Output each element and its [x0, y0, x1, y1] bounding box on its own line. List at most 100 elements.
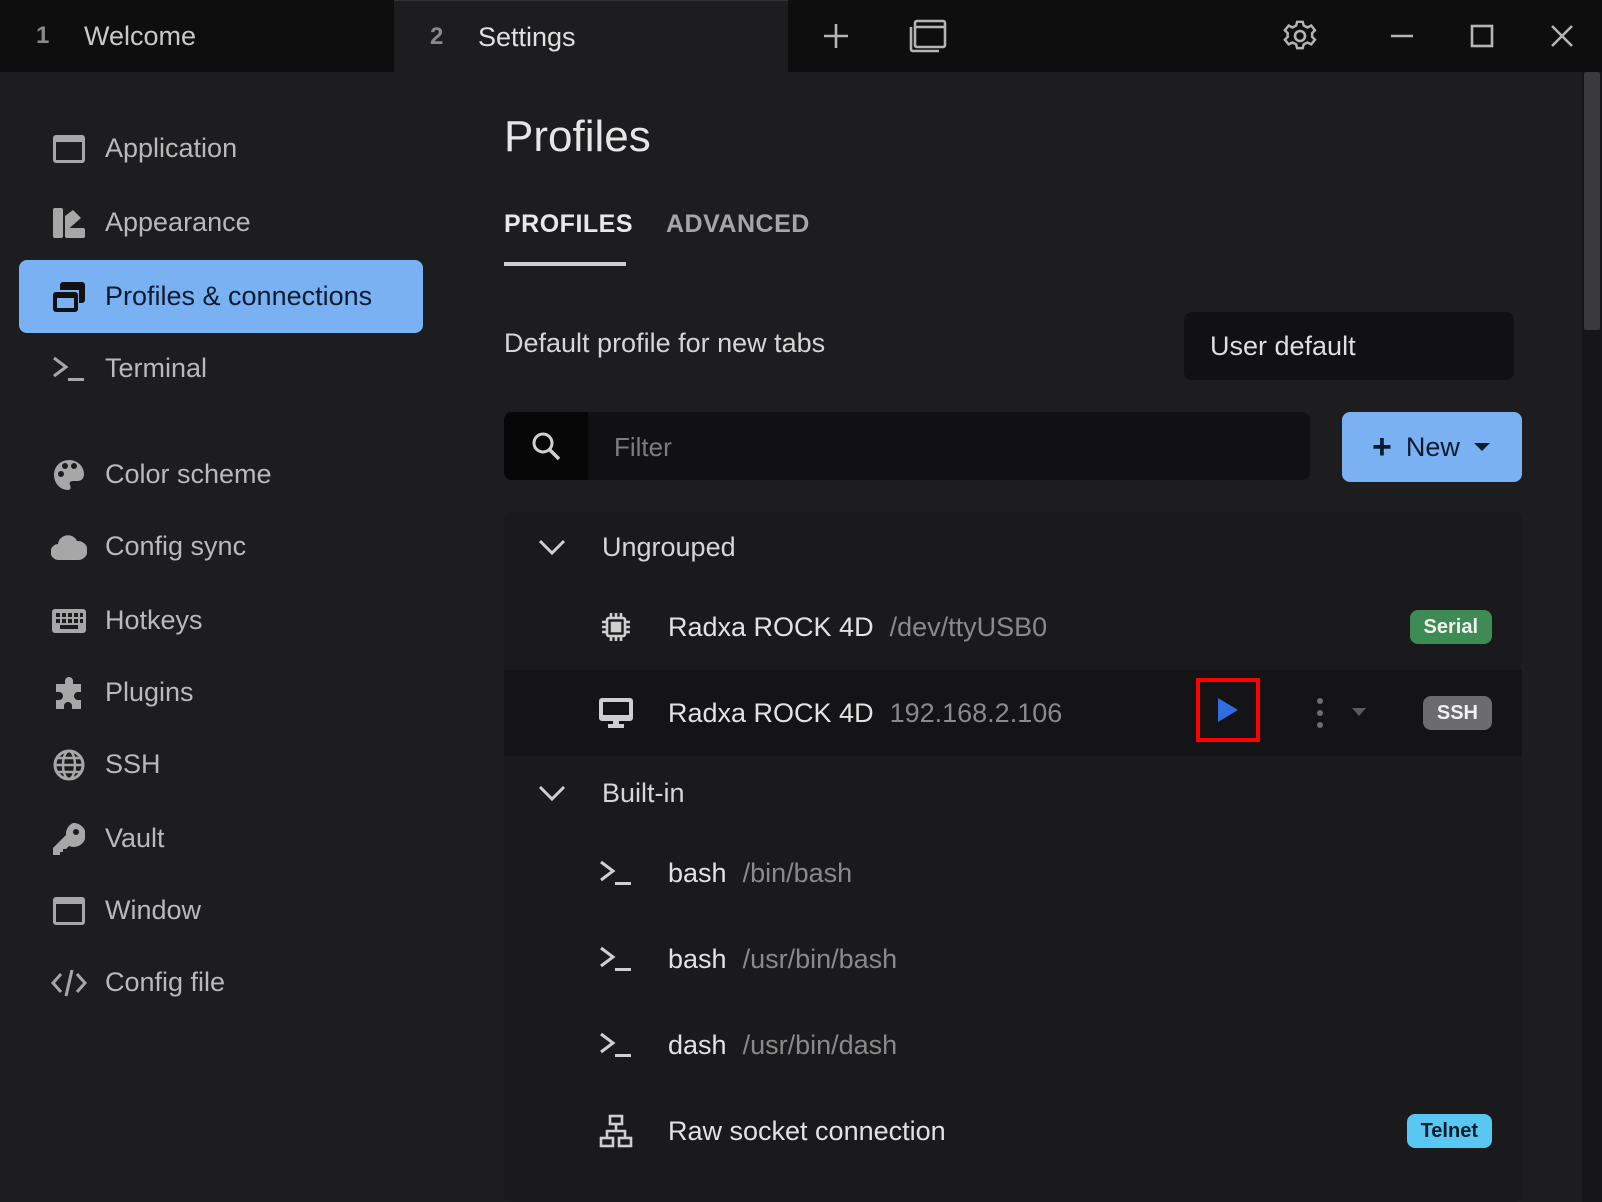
- new-profile-button[interactable]: + New: [1342, 412, 1522, 482]
- sidebar-item-label: Config sync: [105, 531, 247, 561]
- profile-row[interactable]: dash/usr/bin/dash: [504, 1002, 1522, 1088]
- default-profile-label: Default profile for new tabs: [504, 328, 826, 358]
- sidebar-item-terminal[interactable]: Terminal: [19, 332, 423, 405]
- profile-description: 192.168.2.106: [889, 697, 1063, 728]
- palette-icon: [51, 457, 87, 493]
- profile-name-text: Radxa ROCK 4D: [668, 611, 874, 642]
- group-header-ungrouped[interactable]: Ungrouped: [504, 512, 1522, 582]
- profile-description: /dev/ttyUSB0: [889, 611, 1048, 642]
- filter-input[interactable]: [588, 412, 1310, 480]
- close-icon: [1551, 25, 1573, 47]
- group-name: Built-in: [602, 777, 685, 808]
- profile-row[interactable]: Raw socket connection Telnet: [504, 1088, 1522, 1174]
- keyboard-icon: [51, 603, 87, 639]
- terminal-icon: [51, 351, 87, 387]
- group-header-built-in[interactable]: Built-in: [504, 758, 1522, 828]
- sidebar-item-label: SSH: [105, 749, 161, 779]
- new-tab-button[interactable]: [808, 0, 864, 72]
- tab-advanced[interactable]: ADVANCED: [666, 210, 810, 239]
- close-button[interactable]: [1536, 0, 1588, 72]
- profile-name-text: bash: [668, 943, 727, 974]
- profile-name-text: Radxa ROCK 4D: [668, 697, 874, 728]
- profiles-list: Ungrouped Radxa ROCK 4D/dev/ttyUSB0 Seri…: [504, 512, 1522, 1202]
- code-icon: [51, 965, 87, 1001]
- profile-row[interactable]: Radxa ROCK 4D/dev/ttyUSB0 Serial: [504, 584, 1522, 670]
- profile-row[interactable]: Radxa ROCK 4D 192.168.2.106 SSH: [504, 670, 1522, 756]
- title-bar: 1 Welcome 2 Settings: [0, 0, 1602, 73]
- sidebar-item-label: Window: [105, 895, 202, 925]
- caret-down-icon: [1473, 443, 1490, 451]
- new-button-label: New: [1405, 431, 1460, 462]
- caret-down-icon[interactable]: [1352, 708, 1366, 716]
- windows-stack-icon: [51, 279, 87, 315]
- settings-button[interactable]: [1272, 0, 1328, 72]
- profile-name-text: Raw socket connection: [668, 1115, 946, 1146]
- dot: [1317, 710, 1323, 716]
- profile-description: /usr/bin/bash: [742, 943, 898, 974]
- page-title: Profiles: [504, 112, 651, 161]
- sidebar-item-label: Appearance: [105, 207, 251, 237]
- search-icon: [504, 412, 588, 480]
- minimize-icon: [1391, 34, 1413, 38]
- plus-icon: [824, 24, 848, 48]
- palette-swatch-icon: [51, 205, 87, 241]
- profile-name: dash/usr/bin/dash: [668, 1030, 897, 1061]
- maximize-button[interactable]: [1456, 0, 1508, 72]
- puzzle-icon: [51, 675, 87, 711]
- chip-icon: [596, 607, 636, 647]
- sidebar-item-plugins[interactable]: Plugins: [19, 656, 423, 729]
- tab-number: 1: [36, 22, 50, 49]
- terminal-icon: [596, 1025, 636, 1065]
- window-icon: [51, 893, 87, 929]
- profile-name-text: dash: [668, 1029, 727, 1060]
- profile-row[interactable]: bash/bin/bash: [504, 830, 1522, 916]
- gear-icon: [1283, 20, 1317, 50]
- sidebar-item-config-sync[interactable]: Config sync: [19, 510, 423, 583]
- cloud-icon: [51, 529, 87, 565]
- sidebar-item-label: Plugins: [105, 677, 194, 707]
- terminal-icon: [596, 939, 636, 979]
- sidebar-item-application[interactable]: Application: [19, 112, 423, 185]
- sidebar-item-config-file[interactable]: Config file: [19, 946, 423, 1019]
- sidebar-item-hotkeys[interactable]: Hotkeys: [19, 584, 423, 657]
- default-profile-select[interactable]: User default: [1184, 312, 1514, 380]
- sidebar-item-label: Hotkeys: [105, 605, 203, 635]
- type-badge: Telnet: [1406, 1114, 1492, 1148]
- tab-welcome[interactable]: 1 Welcome: [0, 0, 394, 72]
- play-icon: [1218, 698, 1238, 722]
- sidebar-item-label: Profiles & connections: [105, 281, 373, 311]
- sidebar-item-label: Application: [105, 133, 238, 163]
- network-icon: [596, 1111, 636, 1151]
- group-name: Ungrouped: [602, 531, 736, 562]
- window-icon: [909, 19, 947, 53]
- minimize-button[interactable]: [1376, 0, 1428, 72]
- type-badge: SSH: [1422, 696, 1492, 730]
- sidebar-item-profiles-connections[interactable]: Profiles & connections: [19, 260, 423, 333]
- profiles-window-button[interactable]: [900, 0, 956, 72]
- profile-description: /bin/bash: [742, 857, 853, 888]
- chevron-down-icon: [538, 538, 568, 556]
- sidebar-item-label: Vault: [105, 823, 165, 853]
- maximize-icon: [1470, 24, 1494, 48]
- sidebar-item-color-scheme[interactable]: Color scheme: [19, 438, 423, 511]
- tab-label: Welcome: [84, 20, 197, 51]
- scrollbar-thumb[interactable]: [1584, 72, 1600, 330]
- sidebar-item-label: Color scheme: [105, 459, 272, 489]
- profile-name: Raw socket connection: [668, 1116, 946, 1147]
- profile-name: bash/usr/bin/bash: [668, 944, 897, 975]
- filter-box: [504, 412, 1310, 480]
- tab-settings[interactable]: 2 Settings: [394, 0, 788, 73]
- tab-profiles[interactable]: PROFILES: [504, 210, 633, 239]
- profile-row[interactable]: bash/usr/bin/bash: [504, 916, 1522, 1002]
- sidebar-item-vault[interactable]: Vault: [19, 802, 423, 875]
- launch-profile-button[interactable]: [1196, 678, 1260, 742]
- sidebar-item-ssh[interactable]: SSH: [19, 728, 423, 801]
- dot: [1317, 698, 1323, 704]
- sidebar-item-label: Config file: [105, 967, 226, 997]
- more-options-button[interactable]: [1316, 698, 1324, 728]
- plus-icon: +: [1372, 428, 1392, 466]
- sidebar-item-appearance[interactable]: Appearance: [19, 186, 423, 259]
- tab-label: Settings: [478, 21, 576, 52]
- profile-name-text: bash: [668, 857, 727, 888]
- sidebar-item-window[interactable]: Window: [19, 874, 423, 947]
